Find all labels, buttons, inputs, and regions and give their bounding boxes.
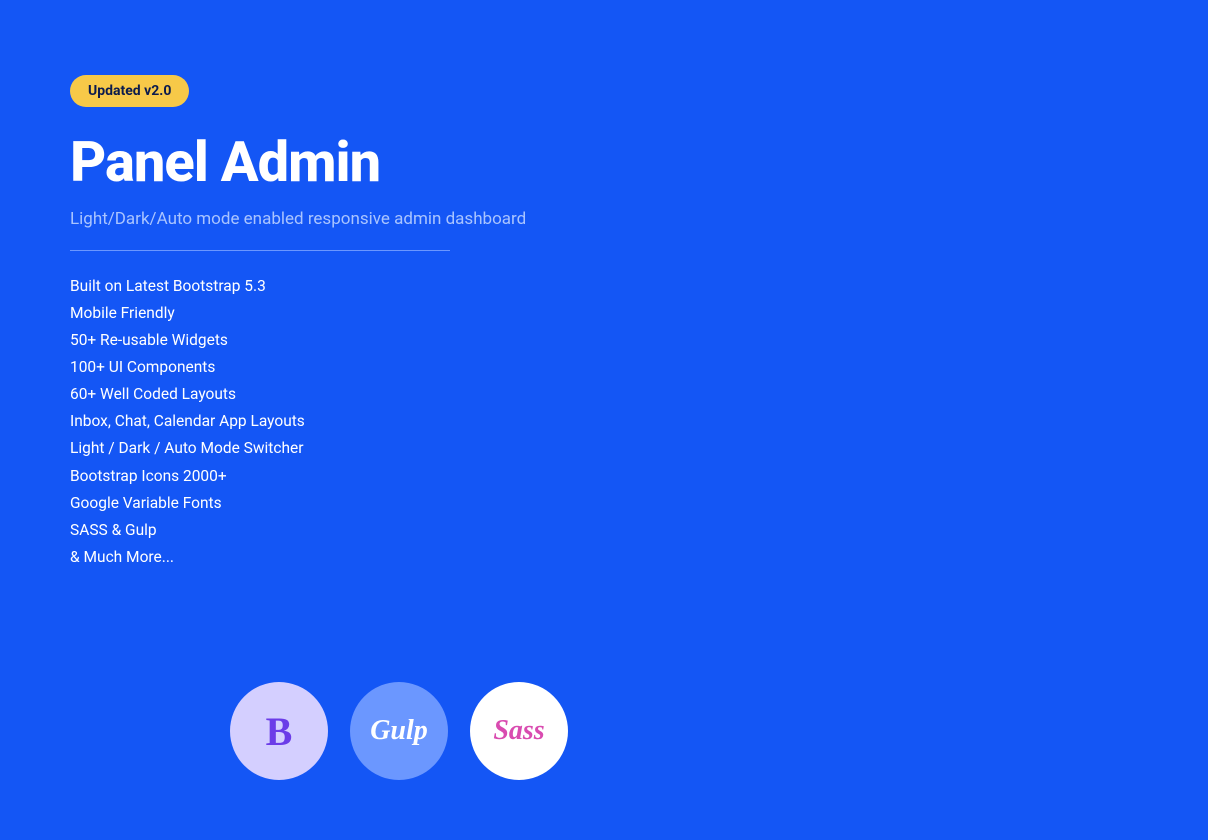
gulp-icon: Gulp [350, 682, 448, 780]
feature-item: Mobile Friendly [70, 300, 530, 327]
feature-item: Built on Latest Bootstrap 5.3 [70, 273, 530, 300]
tech-icons: B Gulp Sass [230, 682, 568, 780]
feature-item: 60+ Well Coded Layouts [70, 381, 530, 408]
feature-item: Bootstrap Icons 2000+ [70, 463, 530, 490]
feature-list: Built on Latest Bootstrap 5.3Mobile Frie… [70, 273, 530, 571]
sass-icon: Sass [470, 682, 568, 780]
feature-item: 100+ UI Components [70, 354, 530, 381]
feature-item: Google Variable Fonts [70, 490, 530, 517]
product-title: Panel Admin [70, 129, 530, 195]
version-badge: Updated v2.0 [70, 75, 189, 107]
feature-item: Light / Dark / Auto Mode Switcher [70, 435, 530, 462]
feature-item: 50+ Re-usable Widgets [70, 327, 530, 354]
divider [70, 250, 450, 251]
feature-item: SASS & Gulp [70, 517, 530, 544]
bootstrap-icon: B [230, 682, 328, 780]
feature-item: Inbox, Chat, Calendar App Layouts [70, 408, 530, 435]
feature-item: & Much More... [70, 544, 530, 571]
product-subtitle: Light/Dark/Auto mode enabled responsive … [70, 207, 530, 232]
